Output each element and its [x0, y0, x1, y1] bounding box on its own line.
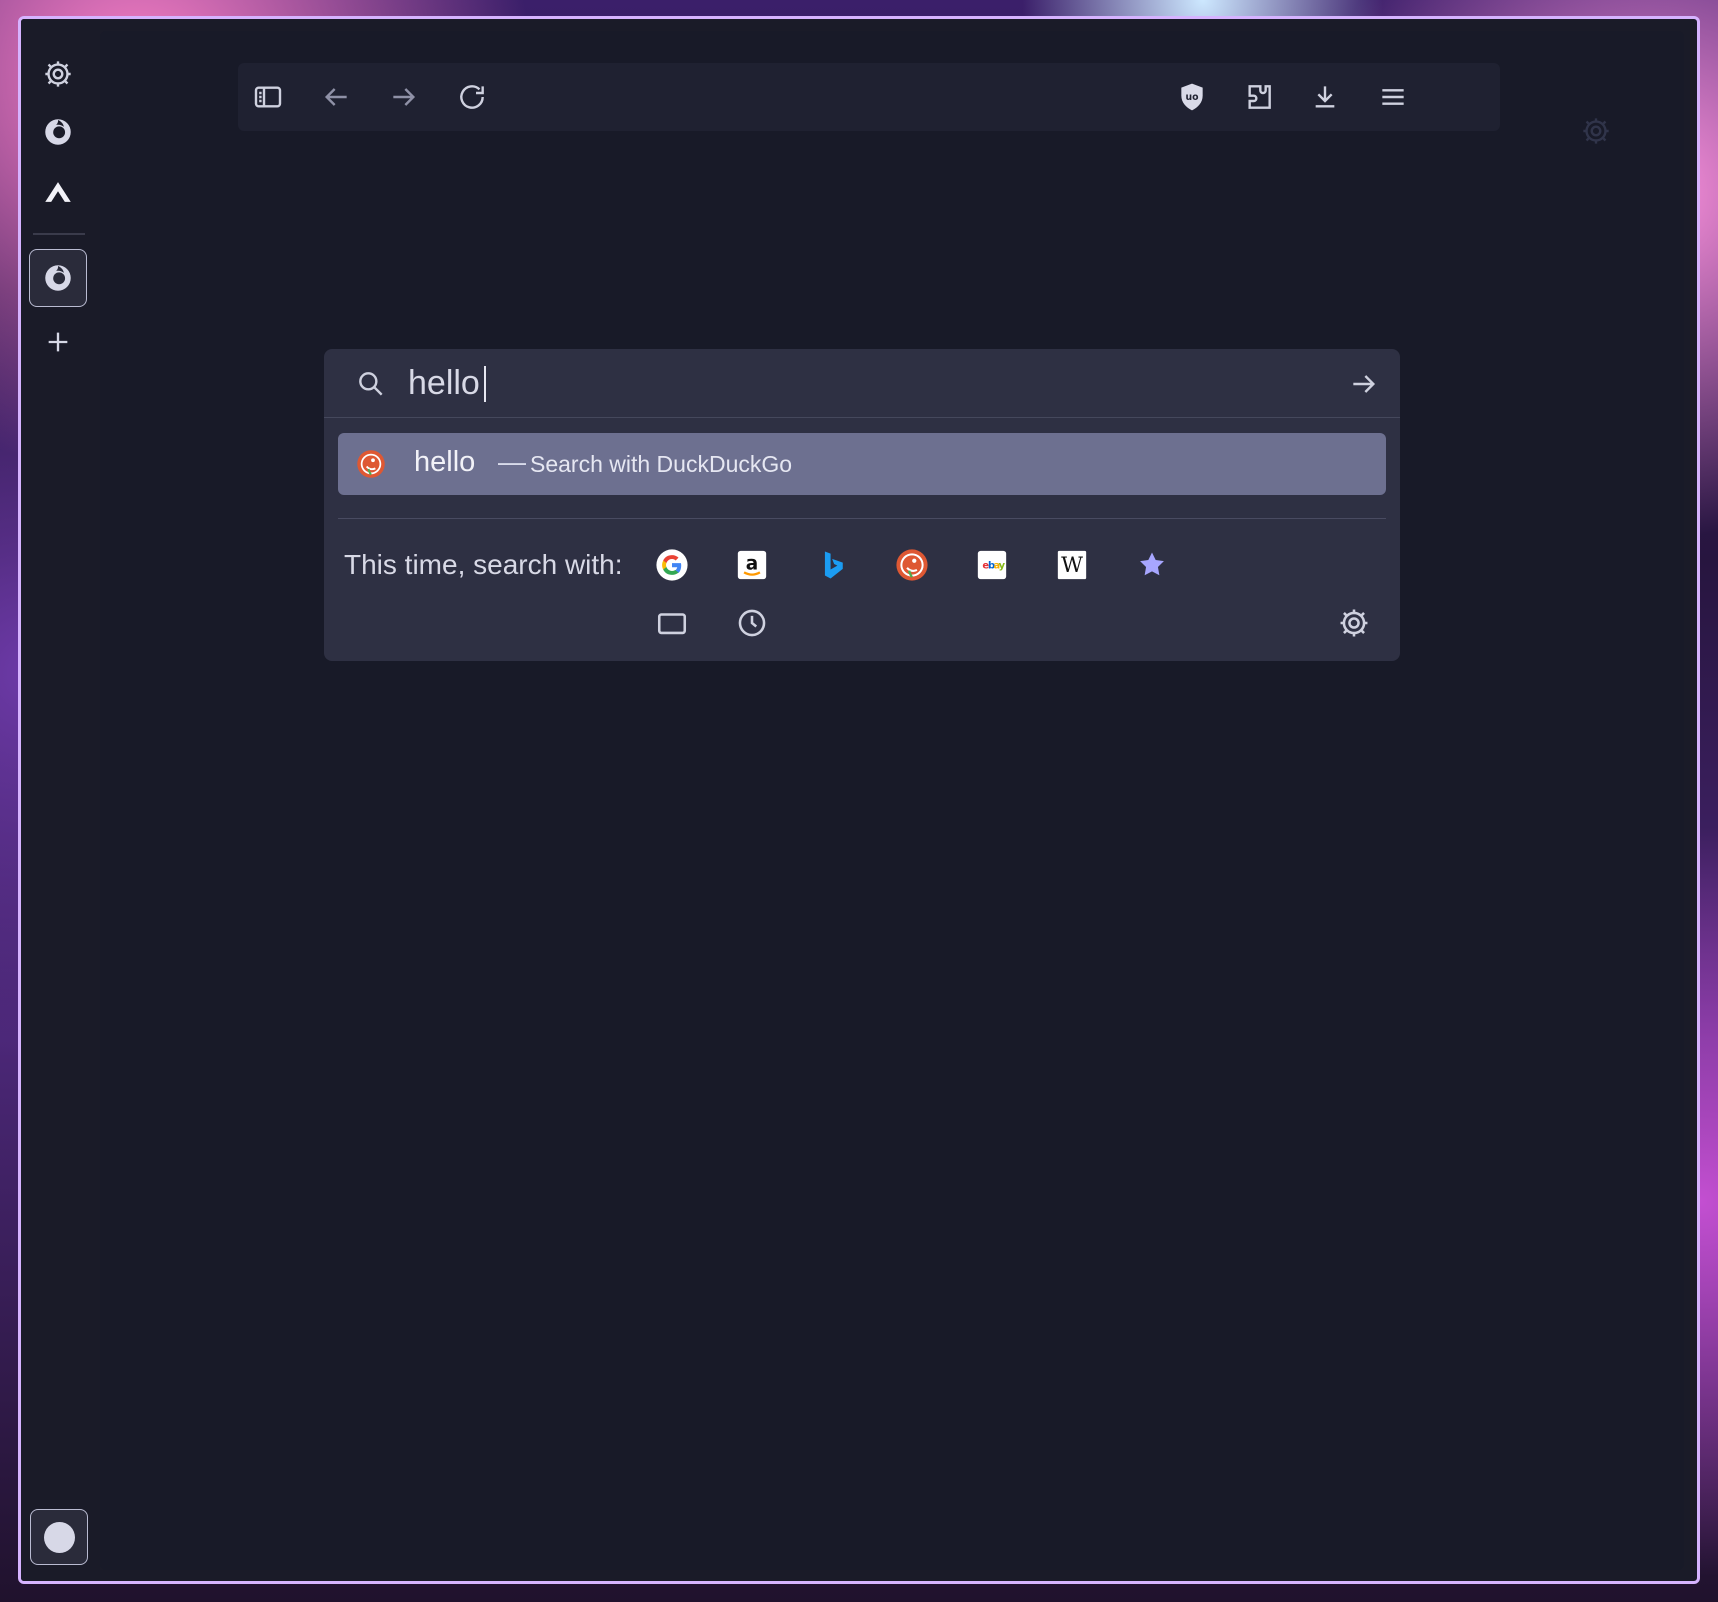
one-off-search-label: This time, search with:	[344, 549, 623, 580]
add-workspace-button[interactable]	[29, 313, 87, 371]
engine-ebay-button[interactable]: e b a y	[970, 543, 1014, 587]
google-icon	[655, 548, 689, 582]
search-go-button[interactable]	[1344, 364, 1384, 404]
reload-button[interactable]	[448, 73, 496, 121]
sidebar-firefox-button[interactable]	[29, 103, 87, 161]
extensions-button[interactable]	[1235, 73, 1283, 121]
back-button[interactable]	[312, 73, 360, 121]
search-input[interactable]	[408, 363, 1308, 403]
suggestion-term: hello	[414, 446, 476, 478]
sidebar-divider	[33, 233, 85, 235]
download-icon	[1309, 81, 1341, 113]
forward-arrow-icon	[388, 81, 420, 113]
search-input-row	[324, 349, 1400, 418]
ebay-icon: e b a y	[975, 548, 1009, 582]
page-settings-button[interactable]	[1576, 111, 1616, 151]
gear-icon	[42, 58, 74, 90]
engine-bing-button[interactable]	[810, 543, 854, 587]
back-arrow-icon	[320, 81, 352, 113]
engine-amazon-button[interactable]: a	[730, 543, 774, 587]
gear-icon	[1337, 606, 1371, 640]
sidebar-settings-button[interactable]	[29, 45, 87, 103]
suggestion-separator: —	[498, 446, 526, 477]
ublock-shield-icon: uo	[1176, 81, 1208, 113]
sidebar-toggle-button[interactable]	[244, 73, 292, 121]
downloads-button[interactable]	[1301, 73, 1349, 121]
svg-text:uo: uo	[1185, 92, 1198, 103]
arrow-right-icon	[1348, 368, 1380, 400]
text-caret	[484, 366, 486, 402]
engine-bookmarks-button[interactable]	[1130, 543, 1174, 587]
duckduckgo-icon	[895, 548, 929, 582]
forward-button[interactable]	[380, 73, 428, 121]
engine-wikipedia-button[interactable]: W	[1050, 543, 1094, 587]
svg-text:y: y	[999, 560, 1006, 571]
tab-icon	[655, 606, 689, 640]
svg-text:a: a	[746, 553, 758, 574]
browser-window: uo hello hello — Search with DuckDuckGo …	[18, 16, 1700, 1584]
theme-toggle-button[interactable]	[30, 1509, 88, 1565]
search-panel: hello — Search with DuckDuckGo This time…	[324, 349, 1400, 661]
search-suggestion-row[interactable]: hello — Search with DuckDuckGo	[338, 433, 1386, 495]
star-icon	[1135, 548, 1169, 582]
sidebar-toggle-icon	[252, 81, 284, 113]
engine-duckduckgo-button[interactable]	[890, 543, 934, 587]
panel-divider	[338, 518, 1386, 519]
mountain-icon	[41, 175, 75, 209]
amazon-icon: a	[735, 548, 769, 582]
firefox-icon	[41, 261, 75, 295]
hamburger-menu-icon	[1377, 81, 1409, 113]
wikipedia-icon: W	[1055, 548, 1089, 582]
search-settings-button[interactable]	[1332, 601, 1376, 645]
svg-text:W: W	[1061, 553, 1083, 578]
browser-content-area: uo hello hello — Search with DuckDuckGo …	[100, 31, 1684, 1570]
firefox-icon	[41, 115, 75, 149]
search-icon	[354, 367, 388, 401]
bing-icon	[815, 548, 849, 582]
extensions-puzzle-icon	[1243, 81, 1275, 113]
navigation-toolbar: uo	[238, 63, 1500, 131]
vertical-sidebar	[21, 19, 96, 1581]
duckduckgo-icon	[356, 449, 386, 479]
ublock-button[interactable]: uo	[1168, 73, 1216, 121]
main-menu-button[interactable]	[1369, 73, 1417, 121]
reload-icon	[456, 81, 488, 113]
suggestion-action: Search with DuckDuckGo	[530, 451, 793, 477]
engine-google-button[interactable]	[650, 543, 694, 587]
search-tabs-button[interactable]	[650, 601, 694, 645]
plus-icon	[44, 328, 72, 356]
moon-icon	[43, 1521, 75, 1553]
gear-icon	[1580, 115, 1612, 147]
clock-icon	[735, 606, 769, 640]
search-history-button[interactable]	[730, 601, 774, 645]
sidebar-mountain-button[interactable]	[29, 163, 87, 221]
sidebar-active-firefox-button[interactable]	[29, 249, 87, 307]
